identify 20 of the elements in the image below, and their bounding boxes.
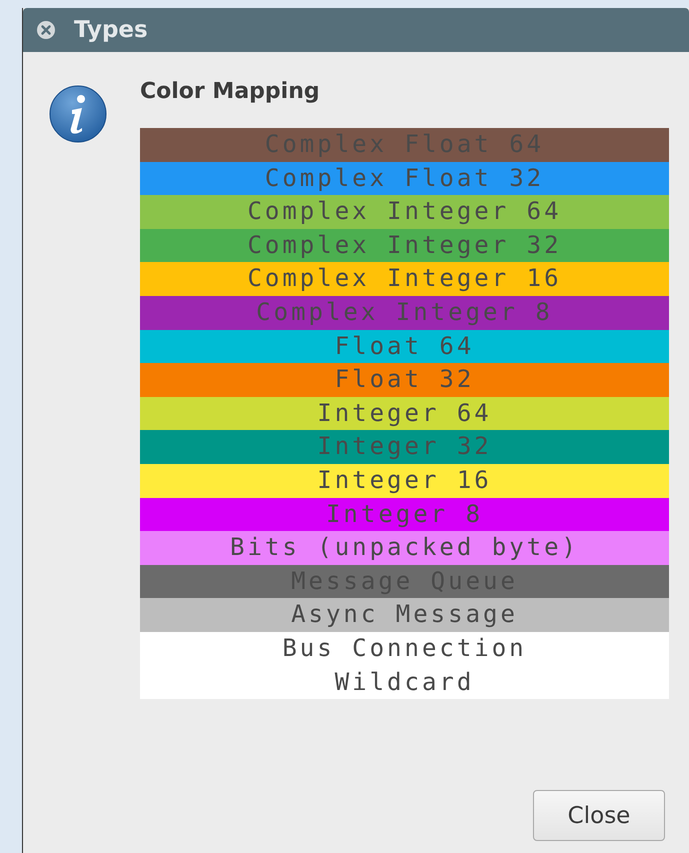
type-color-row: Integer 8 [140,498,669,532]
type-color-row: Integer 32 [140,430,669,464]
info-icon [48,84,108,144]
type-color-row: Bits (unpacked byte) [140,531,669,565]
type-color-row: Complex Integer 16 [140,262,669,296]
close-button[interactable]: Close [533,790,665,841]
dialog-heading: Color Mapping [140,79,321,104]
type-color-row: Async Message [140,598,669,632]
type-color-row: Bus Connection [140,632,669,666]
type-color-row: Complex Integer 64 [140,195,669,229]
type-color-row: Float 64 [140,330,669,364]
type-color-row: Wildcard [140,666,669,700]
type-color-row: Complex Integer 32 [140,228,669,262]
window-title: Types [74,17,148,43]
type-color-row: Integer 16 [140,464,669,498]
type-color-row: Complex Float 32 [140,162,669,196]
close-icon[interactable] [36,20,56,40]
type-color-row: Complex Integer 8 [140,296,669,330]
type-color-row: Float 32 [140,363,669,397]
type-color-row: Integer 64 [140,396,669,430]
